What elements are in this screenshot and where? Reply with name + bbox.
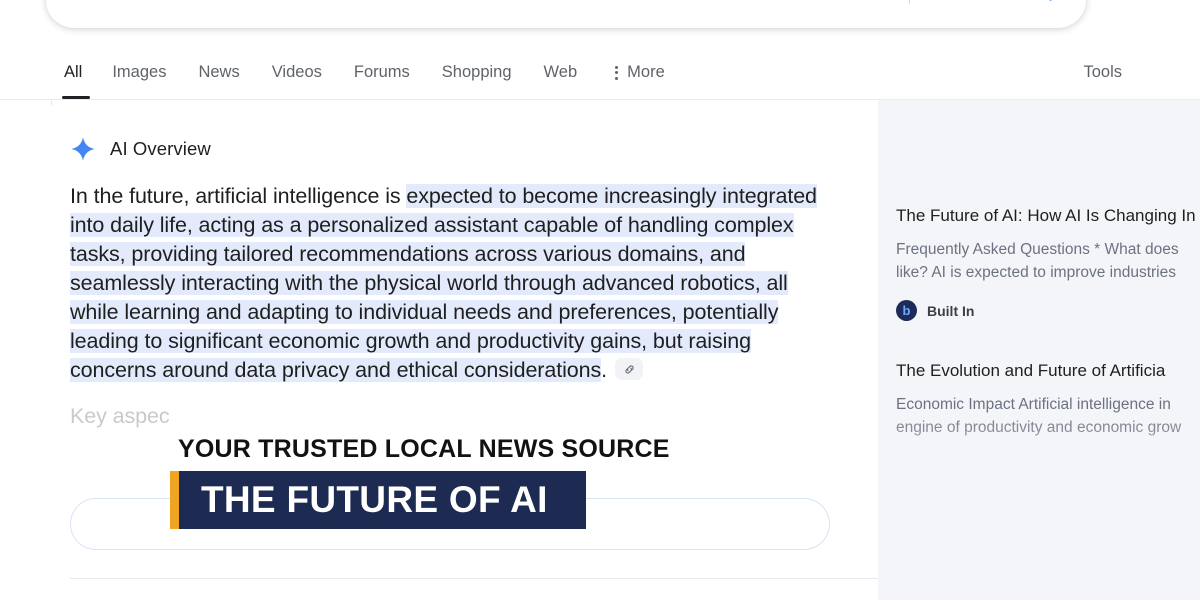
tab-label: Shopping <box>441 63 512 81</box>
close-icon[interactable] <box>851 0 895 13</box>
tab-label: More <box>627 63 665 81</box>
tab-label: Videos <box>271 63 322 81</box>
key-aspects-heading: Key aspec <box>70 404 170 428</box>
tab-label: News <box>198 63 240 81</box>
overlay-title-box: THE FUTURE OF AI <box>179 470 586 529</box>
result-title[interactable]: The Future of AI: How AI Is Changing In <box>896 204 1200 228</box>
ai-overview-text: In the future, artificial intelligence i… <box>0 182 860 385</box>
ai-overview-header: AI Overview <box>0 100 860 162</box>
result-snippet: Frequently Asked Questions * What does l… <box>896 241 1179 281</box>
overlay-accent-bar <box>170 470 179 529</box>
tab-web[interactable]: Web <box>528 46 594 99</box>
ai-overview-section: AI Overview In the future, artificial in… <box>0 100 860 429</box>
result-card: The Future of AI: How AI Is Changing In … <box>878 100 1200 321</box>
divider <box>909 0 910 4</box>
tools-label: Tools <box>1083 63 1122 81</box>
result-snippet: Economic Impact Artificial intelligence … <box>896 396 1182 436</box>
news-overlay-graphic: YOUR TRUSTED LOCAL NEWS SOURCE THE FUTUR… <box>170 435 670 529</box>
link-icon[interactable] <box>615 358 644 381</box>
result-card: The Evolution and Future of Artificia Ec… <box>878 359 1200 531</box>
overlay-title: THE FUTURE OF AI <box>201 479 548 520</box>
tab-label: Forums <box>353 63 410 81</box>
ai-text-period: . <box>601 358 608 382</box>
ai-overview-title: AI Overview <box>110 138 211 159</box>
microphone-icon[interactable] <box>924 0 968 13</box>
tab-label: All <box>64 63 83 81</box>
sparkle-icon <box>70 136 96 162</box>
result-title[interactable]: The Evolution and Future of Artificia <box>896 359 1200 383</box>
ai-text-lead: In the future, artificial intelligence i… <box>70 184 407 208</box>
results-nav: All Images News Videos Forums Shopping W… <box>0 46 1200 100</box>
tab-all[interactable]: All <box>61 46 96 99</box>
tab-news[interactable]: News <box>182 46 255 99</box>
tools-button[interactable]: Tools <box>1083 46 1122 99</box>
tab-images[interactable]: Images <box>96 46 182 99</box>
result-source[interactable]: b Built In <box>896 300 1200 321</box>
tab-more[interactable]: More <box>593 46 681 99</box>
tab-forums[interactable]: Forums <box>338 46 426 99</box>
tab-shopping[interactable]: Shopping <box>426 46 528 99</box>
tab-label: Web <box>543 63 578 81</box>
search-icon[interactable] <box>1020 0 1064 13</box>
tab-videos[interactable]: Videos <box>256 46 338 99</box>
search-input[interactable]: what will artificial intelligence look l… <box>72 0 851 2</box>
ai-text-highlighted: expected to become increasingly integrat… <box>70 184 817 382</box>
overlay-title-bar: THE FUTURE OF AI <box>170 470 586 529</box>
search-bar[interactable]: what will artificial intelligence look l… <box>46 0 1086 28</box>
overlay-kicker: YOUR TRUSTED LOCAL NEWS SOURCE <box>178 435 670 463</box>
related-results-panel: The Future of AI: How AI Is Changing In … <box>878 100 1200 600</box>
search-bar-icons <box>851 0 1064 13</box>
google-lens-icon[interactable] <box>972 0 1016 13</box>
favicon-icon: b <box>896 300 917 321</box>
search-results-page: what will artificial intelligence look l… <box>0 0 1200 600</box>
tab-list: All Images News Videos Forums Shopping W… <box>61 46 681 99</box>
tab-label: Images <box>112 63 167 81</box>
source-name: Built In <box>927 302 975 319</box>
more-vert-icon <box>615 65 619 80</box>
